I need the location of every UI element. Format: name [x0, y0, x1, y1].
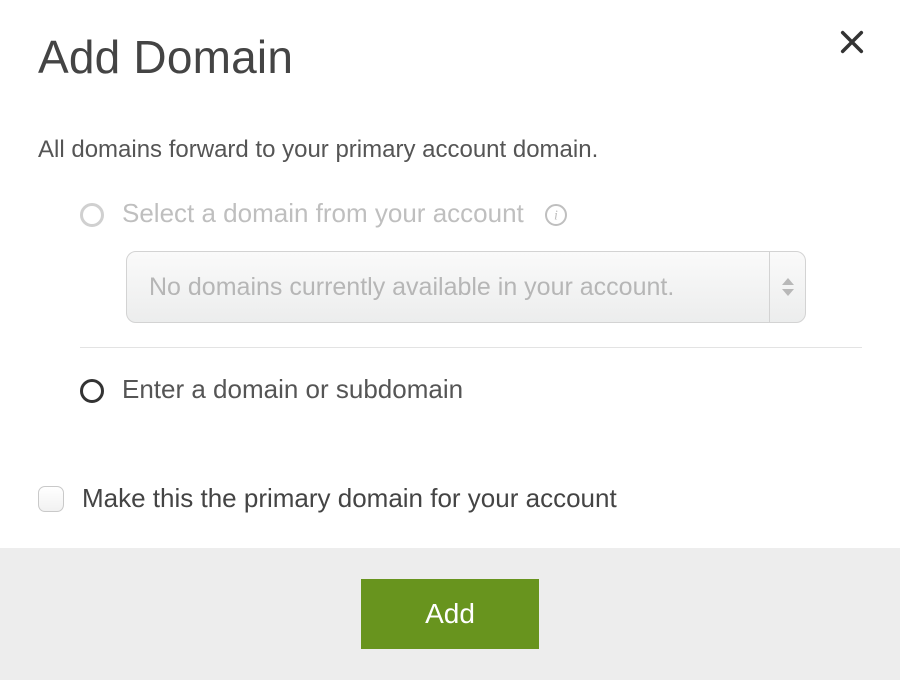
add-domain-dialog: Add Domain All domains forward to your p… — [0, 0, 900, 680]
option-select-from-account: Select a domain from your account i No d… — [38, 198, 862, 405]
domain-select-placeholder: No domains currently available in your a… — [149, 273, 674, 302]
info-icon[interactable]: i — [544, 203, 568, 227]
select-handle-icon — [769, 252, 805, 322]
add-button[interactable]: Add — [361, 579, 539, 649]
radio-select-from-account — [80, 203, 104, 227]
domain-select: No domains currently available in your a… — [126, 251, 806, 323]
dialog-description: All domains forward to your primary acco… — [38, 136, 862, 164]
dialog-body: Add Domain All domains forward to your p… — [0, 0, 900, 548]
dialog-footer: Add — [0, 548, 900, 680]
primary-domain-checkbox-label: Make this the primary domain for your ac… — [82, 483, 617, 514]
option-enter-domain-label: Enter a domain or subdomain — [122, 374, 463, 405]
close-icon[interactable] — [838, 28, 866, 56]
option-separator — [80, 347, 862, 348]
page-title: Add Domain — [38, 30, 862, 84]
domain-select-wrap: No domains currently available in your a… — [126, 251, 862, 323]
svg-text:i: i — [554, 208, 558, 223]
primary-domain-checkbox[interactable] — [38, 486, 64, 512]
option-select-from-account-label: Select a domain from your account — [122, 198, 524, 229]
radio-enter-domain[interactable] — [80, 379, 104, 403]
primary-domain-checkbox-row: Make this the primary domain for your ac… — [38, 483, 862, 514]
